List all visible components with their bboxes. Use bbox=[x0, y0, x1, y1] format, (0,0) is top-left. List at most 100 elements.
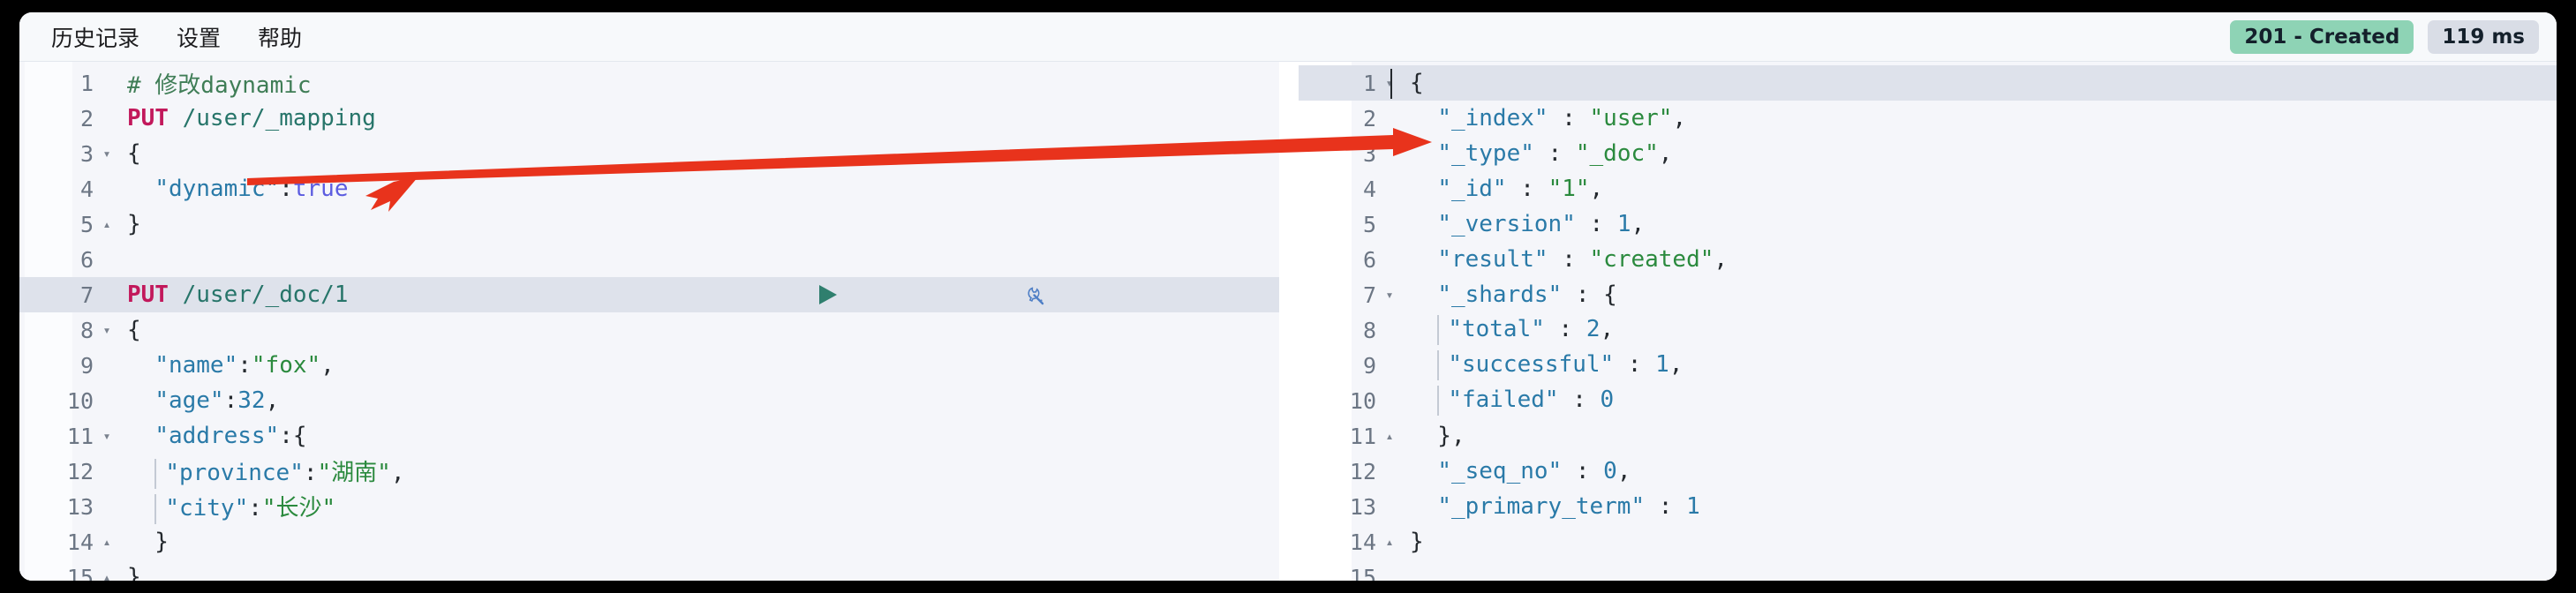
editor-line[interactable]: 1 # 修改daynamic bbox=[19, 65, 1279, 101]
menu-settings[interactable]: 设置 bbox=[161, 16, 237, 58]
line-content: { bbox=[1410, 70, 1424, 96]
line-content: "result" : "created", bbox=[1437, 246, 1729, 273]
response-line[interactable]: 2 "_index" : "user", bbox=[1299, 101, 2557, 136]
line-content: "failed" : 0 bbox=[1399, 386, 2557, 416]
response-line[interactable]: 10 "failed" : 0 bbox=[1299, 383, 2557, 418]
response-line[interactable]: 7 ▾ "_shards" : { bbox=[1299, 277, 2557, 312]
line-number: 8 bbox=[79, 317, 94, 343]
editor-line[interactable]: 10 "age":32, bbox=[19, 383, 1279, 418]
fold-toggle[interactable]: ▴ bbox=[97, 524, 117, 559]
fold-toggle[interactable]: ▾ bbox=[97, 312, 117, 348]
line-content: }, bbox=[1410, 423, 1465, 449]
line-number: 14 bbox=[66, 529, 94, 555]
pane-divider[interactable] bbox=[1279, 62, 1299, 581]
menu-history[interactable]: 历史记录 bbox=[35, 16, 155, 58]
response-line[interactable]: 4 "_id" : "1", bbox=[1299, 171, 2557, 206]
response-line[interactable]: 8 "total" : 2, bbox=[1299, 312, 2557, 348]
line-number: 10 bbox=[1349, 387, 1376, 414]
editor-line[interactable]: 15 ▴ } bbox=[19, 559, 1279, 581]
editor-line[interactable]: 4 "dynamic":true bbox=[19, 171, 1279, 206]
line-content: "address":{ bbox=[154, 423, 307, 449]
line-content: { bbox=[127, 317, 141, 343]
response-line[interactable]: 6 "result" : "created", bbox=[1299, 242, 2557, 277]
editor-line-active[interactable]: 7 PUT /user/_doc/1 bbox=[19, 277, 1279, 312]
console-body: 1 # 修改daynamic 2 PUT /user/_mapping 3 ▾ … bbox=[19, 62, 2557, 581]
line-number: 13 bbox=[1349, 493, 1376, 520]
line-content: "_seq_no" : 0, bbox=[1437, 458, 1631, 484]
line-content: { bbox=[127, 140, 141, 167]
line-number: 5 bbox=[79, 211, 94, 237]
response-line[interactable]: 11 ▴ }, bbox=[1299, 418, 2557, 454]
fold-toggle[interactable]: ▴ bbox=[1380, 418, 1399, 454]
menu-help[interactable]: 帮助 bbox=[242, 16, 318, 58]
line-number: 3 bbox=[1362, 140, 1376, 167]
line-content: } bbox=[127, 564, 141, 581]
line-number: 6 bbox=[79, 246, 94, 273]
fold-toggle[interactable]: ▾ bbox=[1380, 65, 1399, 101]
status-area: 201 - Created 119 ms bbox=[2230, 12, 2539, 61]
toolbar: 历史记录 设置 帮助 201 - Created 119 ms bbox=[19, 12, 2557, 62]
fold-toggle[interactable]: ▾ bbox=[97, 136, 117, 171]
response-line[interactable]: 3 "_type" : "_doc", bbox=[1299, 136, 2557, 171]
status-badge: 201 - Created bbox=[2230, 19, 2414, 54]
line-number: 6 bbox=[1362, 246, 1376, 273]
line-content: "dynamic":true bbox=[154, 176, 349, 202]
line-number: 12 bbox=[66, 458, 94, 484]
response-line[interactable]: 13 "_primary_term" : 1 bbox=[1299, 489, 2557, 524]
line-content: PUT /user/_mapping bbox=[127, 105, 376, 131]
line-number: 1 bbox=[79, 70, 94, 96]
line-content: } bbox=[1410, 529, 1424, 555]
editor-line[interactable]: 11 ▾ "address":{ bbox=[19, 418, 1279, 454]
editor-line[interactable]: 2 PUT /user/_mapping bbox=[19, 101, 1279, 136]
line-content: "successful" : 1, bbox=[1399, 350, 2557, 380]
fold-toggle[interactable]: ▴ bbox=[97, 559, 117, 581]
line-number: 2 bbox=[79, 105, 94, 131]
text-caret bbox=[1390, 69, 1392, 99]
play-icon-svg bbox=[818, 285, 837, 304]
line-number: 12 bbox=[1349, 458, 1376, 484]
fold-toggle[interactable]: ▴ bbox=[1380, 524, 1399, 559]
api-console-window: 历史记录 设置 帮助 201 - Created 119 ms 1 # 修改da… bbox=[19, 12, 2557, 581]
line-number: 3 bbox=[79, 140, 94, 167]
response-line-active[interactable]: 1 ▾ { bbox=[1299, 65, 2557, 101]
response-line[interactable]: 15 bbox=[1299, 559, 2557, 582]
editor-line[interactable]: 9 "name":"fox", bbox=[19, 348, 1279, 383]
response-viewer[interactable]: 1 ▾ { 2 "_index" : "user", 3 "_type" : "… bbox=[1299, 62, 2557, 581]
line-number: 14 bbox=[1349, 529, 1376, 555]
fold-toggle[interactable]: ▾ bbox=[97, 418, 117, 454]
editor-line[interactable]: 8 ▾ { bbox=[19, 312, 1279, 348]
line-content: "total" : 2, bbox=[1399, 315, 2557, 345]
line-content: } bbox=[127, 529, 169, 555]
line-content: "age":32, bbox=[154, 387, 280, 414]
response-time-badge: 119 ms bbox=[2428, 19, 2539, 54]
editor-line[interactable]: 3 ▾ { bbox=[19, 136, 1279, 171]
line-content: "name":"fox", bbox=[154, 352, 335, 379]
wrench-icon-svg bbox=[1028, 287, 1044, 305]
line-number: 1 bbox=[1362, 70, 1376, 96]
fold-toggle[interactable]: ▾ bbox=[1380, 277, 1399, 312]
line-number: 13 bbox=[66, 493, 94, 520]
request-lines: 1 # 修改daynamic 2 PUT /user/_mapping 3 ▾ … bbox=[19, 62, 1279, 581]
fold-toggle[interactable]: ▴ bbox=[97, 206, 117, 242]
line-number: 11 bbox=[66, 423, 94, 449]
line-number: 10 bbox=[66, 387, 94, 414]
line-number: 5 bbox=[1362, 211, 1376, 237]
line-number: 15 bbox=[1349, 564, 1376, 582]
response-lines: 1 ▾ { 2 "_index" : "user", 3 "_type" : "… bbox=[1299, 62, 2557, 581]
editor-line[interactable]: 14 ▴ } bbox=[19, 524, 1279, 559]
line-content: "_index" : "user", bbox=[1437, 105, 1687, 131]
line-content: "_shards" : { bbox=[1437, 281, 1617, 308]
response-line[interactable]: 9 "successful" : 1, bbox=[1299, 348, 2557, 383]
editor-line[interactable]: 13 "city":"长沙" bbox=[19, 489, 1279, 524]
response-line[interactable]: 12 "_seq_no" : 0, bbox=[1299, 454, 2557, 489]
request-editor[interactable]: 1 # 修改daynamic 2 PUT /user/_mapping 3 ▾ … bbox=[19, 62, 1279, 581]
line-content: "_version" : 1, bbox=[1437, 211, 1646, 237]
response-line[interactable]: 14 ▴ } bbox=[1299, 524, 2557, 559]
response-line[interactable]: 5 "_version" : 1, bbox=[1299, 206, 2557, 242]
line-content: "province":"湖南", bbox=[117, 454, 1279, 489]
line-number: 9 bbox=[79, 352, 94, 379]
line-number: 11 bbox=[1349, 423, 1376, 449]
line-number: 7 bbox=[79, 281, 94, 308]
line-content: "_type" : "_doc", bbox=[1437, 140, 1673, 167]
editor-line[interactable]: 12 "province":"湖南", bbox=[19, 454, 1279, 489]
